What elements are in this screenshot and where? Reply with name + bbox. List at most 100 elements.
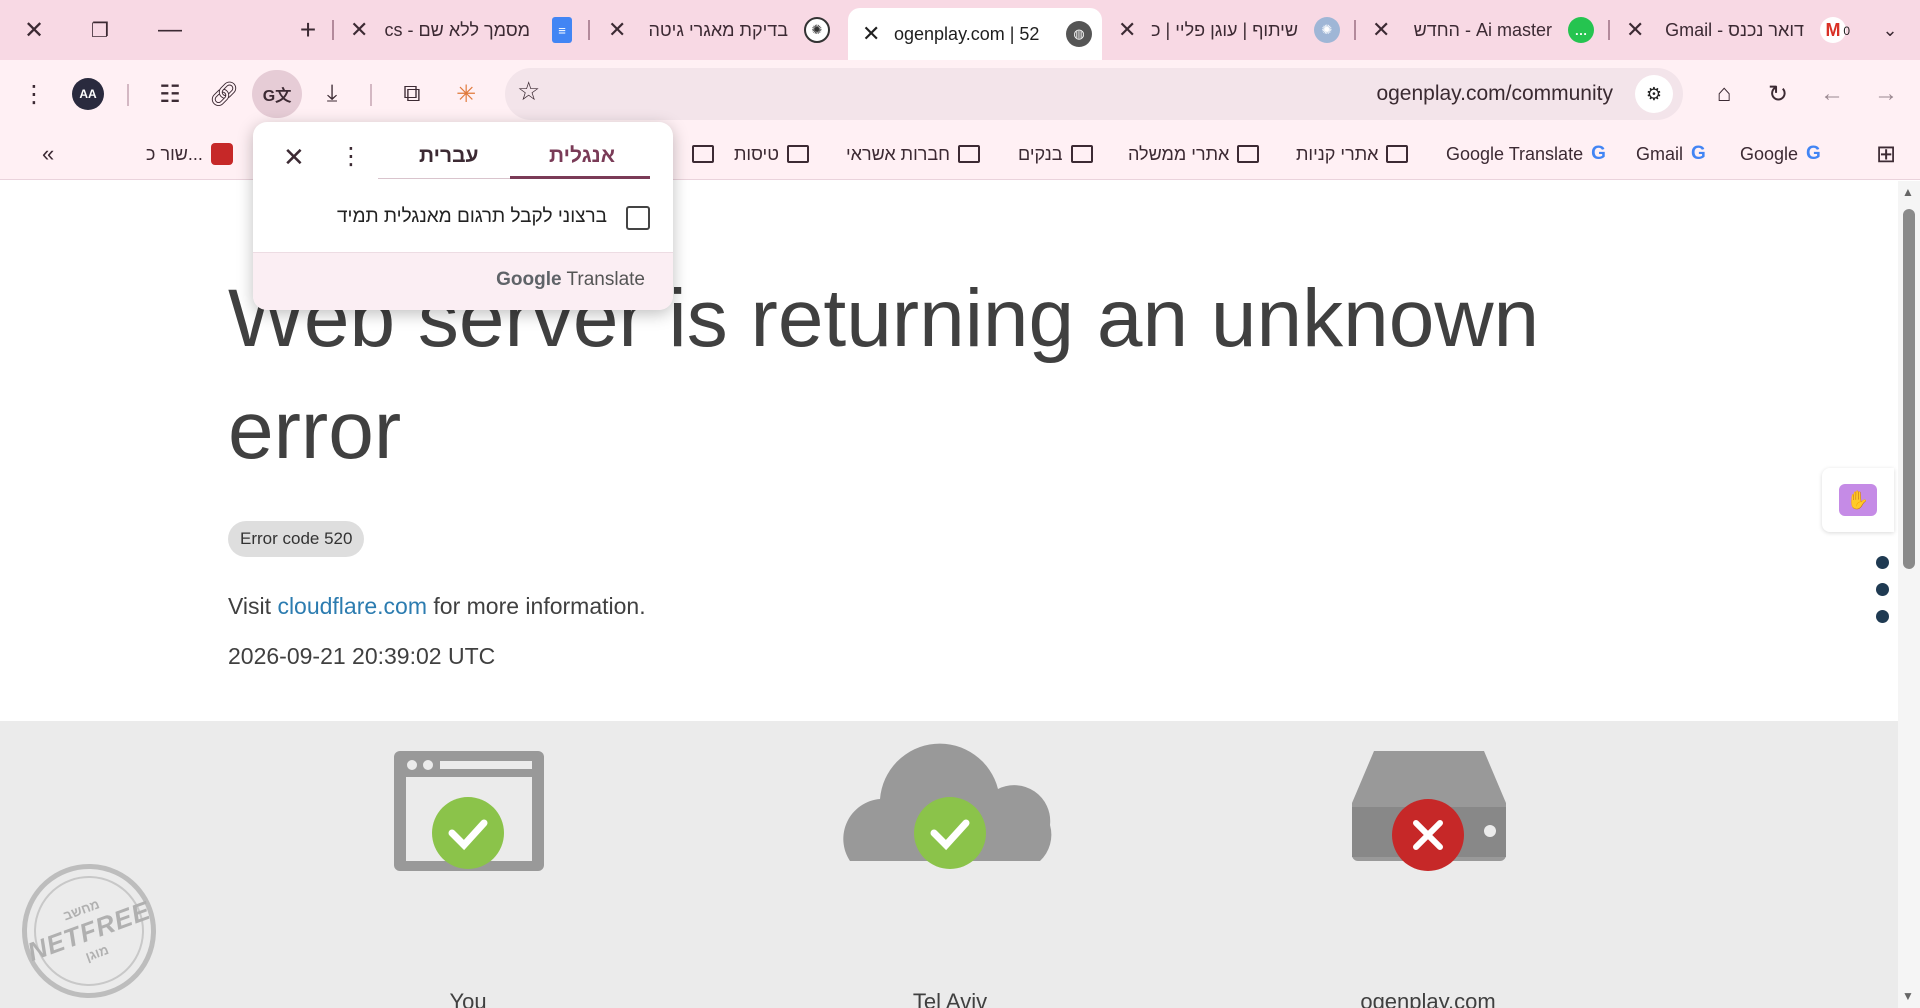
- tab-search-chevron-icon[interactable]: ⌄: [1872, 12, 1908, 48]
- more-bookmarks-icon[interactable]: »: [42, 140, 54, 168]
- url-text[interactable]: ogenplay.com/community: [1376, 82, 1613, 106]
- more-options-icon[interactable]: ⋮: [339, 142, 363, 171]
- page-dots-nav[interactable]: [1876, 556, 1889, 637]
- visit-line: Visit cloudflare.com for more informatio…: [228, 593, 646, 619]
- cloudflare-link[interactable]: cloudflare.com: [277, 593, 427, 619]
- bookmark-star-icon[interactable]: ☆: [517, 76, 540, 107]
- kebab-menu-icon[interactable]: ⋮: [12, 72, 56, 116]
- apps-grid-icon[interactable]: ⊞: [1876, 140, 1896, 168]
- tab-ogenplay[interactable]: ✕ ogenplay.com | 52 ◍: [848, 8, 1102, 60]
- scrollbar[interactable]: ▲ ▼: [1898, 181, 1920, 1008]
- timestamp: 2026-09-21 20:39:02 UTC: [228, 643, 496, 669]
- forward-icon[interactable]: →: [1864, 72, 1908, 116]
- bookmark-folder[interactable]: אתרי ממשלה: [1128, 140, 1260, 168]
- back-icon[interactable]: ←: [1810, 72, 1854, 116]
- folder-icon: [692, 145, 714, 163]
- status-diagram: You Tel Aviv ogenplay.com: [0, 721, 1898, 1008]
- close-icon[interactable]: ✕: [350, 17, 368, 43]
- bookmark-folder[interactable]: טיסות: [734, 140, 809, 168]
- site-info-icon[interactable]: ⚙: [1635, 75, 1673, 113]
- side-widget-button[interactable]: ✋: [1822, 468, 1894, 532]
- always-translate-label: ברצוני לקבל תרגום מאנגלית תמיד: [337, 206, 607, 227]
- bookmark-folder[interactable]: [684, 140, 714, 168]
- tab-title: בדיקת מאגרי גיטה: [648, 19, 789, 40]
- claude-icon[interactable]: ✳: [444, 72, 488, 116]
- tab-strip: ✕ ❐ — + ✕ מסמך ללא שם - cs ≡ ✕ בדיקת מאג…: [0, 0, 1920, 60]
- success-status-icon: [914, 797, 986, 869]
- tab-title: ogenplay.com | 52: [894, 23, 1040, 44]
- folder-icon: [1386, 145, 1409, 163]
- link-icon[interactable]: 🔗︎: [202, 72, 246, 116]
- tab-share[interactable]: ✕ שיתוף | עוגן פליי | כ ✺: [1110, 0, 1350, 60]
- status-you: You: [348, 721, 588, 1008]
- folder-icon: [958, 145, 981, 163]
- hand-icon: ✋: [1839, 484, 1877, 516]
- close-icon[interactable]: ✕: [608, 17, 626, 43]
- download-icon[interactable]: ⤓: [310, 72, 354, 116]
- status-label: You: [449, 989, 487, 1008]
- globe-icon: ✺: [1314, 17, 1340, 43]
- close-window-icon[interactable]: ✕: [16, 12, 52, 48]
- popup-footer: Google Translate: [253, 252, 673, 310]
- tab-docs[interactable]: ✕ מסמך ללא שם - cs ≡: [342, 0, 582, 60]
- translate-icon: G: [1591, 143, 1606, 164]
- extensions-icon[interactable]: ⧉: [390, 72, 434, 116]
- active-tab-indicator: [510, 176, 650, 179]
- site-icon: [210, 143, 233, 165]
- bookmark-folder[interactable]: חברות אשראי: [846, 140, 981, 168]
- status-label: Tel Aviv: [912, 989, 988, 1008]
- bookmark-item[interactable]: Gmail G: [1636, 140, 1706, 168]
- server-icon: [1352, 751, 1506, 871]
- always-translate-checkbox[interactable]: [626, 206, 650, 230]
- status-label: ogenplay.com: [1360, 989, 1496, 1008]
- tab-chatgpt[interactable]: ✕ בדיקת מאגרי גיטה ✺: [600, 0, 840, 60]
- avatar[interactable]: AA: [72, 78, 104, 110]
- new-tab-icon[interactable]: +: [290, 12, 326, 48]
- translate-popup: ✕ ⋮ עברית אנגלית ברצוני לקבל תרגום מאנגל…: [253, 122, 673, 310]
- close-icon[interactable]: ✕: [1626, 17, 1644, 43]
- tab-title: מסמך ללא שם - cs: [384, 19, 530, 40]
- docs-icon: ≡: [552, 17, 572, 43]
- restore-window-icon[interactable]: ❐: [82, 12, 118, 48]
- folder-icon: [1237, 145, 1260, 163]
- folder-icon: [1070, 145, 1093, 163]
- reading-list-icon[interactable]: ☷: [148, 72, 192, 116]
- openai-icon: ✺: [804, 17, 830, 43]
- bookmark-item[interactable]: Google Translate G: [1446, 140, 1606, 168]
- folder-icon: [786, 145, 809, 163]
- error-code-badge: Error code 520: [228, 521, 365, 557]
- translate-icon[interactable]: G文: [252, 70, 302, 118]
- tab-title: שיתוף | עוגן פליי | כ: [1151, 19, 1298, 40]
- close-icon[interactable]: ✕: [283, 142, 305, 173]
- globe-icon: ◍: [1066, 21, 1092, 47]
- google-icon: G: [1806, 143, 1821, 164]
- home-icon[interactable]: ⌂: [1702, 72, 1746, 116]
- google-translate-brand: Google Translate: [496, 269, 645, 290]
- toolbar: ⋮ AA ☷ 🔗︎ G文 ⤓ ⧉ ✳ ☆ ogenplay.com/commun…: [0, 60, 1920, 128]
- gmail-icon: M: [1820, 17, 1846, 43]
- status-tel-aviv: Tel Aviv: [830, 721, 1070, 1008]
- bookmark-folder[interactable]: אתרי קניות: [1296, 140, 1409, 168]
- minimize-window-icon[interactable]: —: [152, 12, 188, 48]
- status-host: ogenplay.com: [1308, 721, 1548, 1008]
- address-bar[interactable]: ☆ ogenplay.com/community ⚙: [505, 68, 1683, 120]
- scroll-thumb[interactable]: [1903, 209, 1915, 569]
- tab-title: Ai master - החדש: [1413, 19, 1552, 40]
- cloud-icon: [843, 743, 1052, 869]
- bookmark-item[interactable]: ...שור כ: [146, 140, 233, 168]
- browser-icon: [394, 751, 544, 871]
- success-status-icon: [432, 797, 504, 869]
- close-icon[interactable]: ✕: [1372, 17, 1390, 43]
- tab-ai-master[interactable]: ✕ Ai master - החדש …: [1364, 0, 1604, 60]
- reload-icon[interactable]: ↻: [1756, 72, 1800, 116]
- tab-source-language[interactable]: אנגלית: [549, 144, 615, 168]
- gmail-badge: 0: [1843, 24, 1850, 38]
- scroll-up-icon[interactable]: ▲: [1902, 185, 1914, 199]
- tab-target-language[interactable]: עברית: [419, 144, 479, 168]
- bookmark-folder[interactable]: בנקים: [1018, 140, 1093, 168]
- bookmark-item[interactable]: Google G: [1740, 140, 1821, 168]
- tab-gmail[interactable]: ✕ דואר נכנס - Gmail M 0: [1618, 0, 1856, 60]
- close-icon[interactable]: ✕: [862, 21, 880, 47]
- scroll-down-icon[interactable]: ▼: [1902, 989, 1914, 1003]
- close-icon[interactable]: ✕: [1118, 17, 1136, 43]
